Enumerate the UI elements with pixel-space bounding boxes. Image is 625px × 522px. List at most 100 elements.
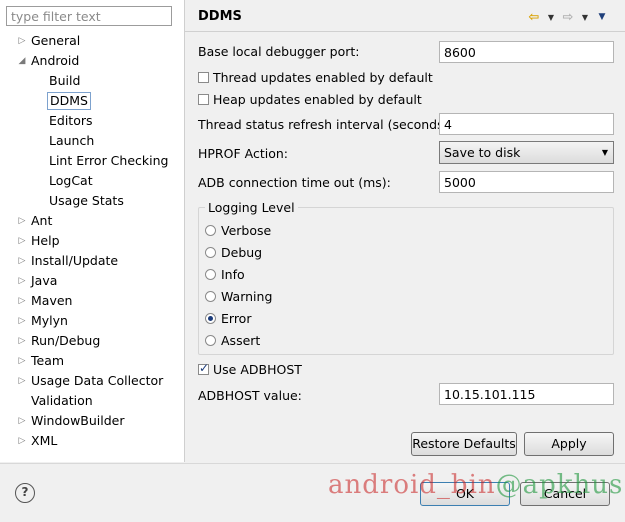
tree-item-java[interactable]: ▷ Java	[0, 271, 184, 291]
restore-defaults-button[interactable]: Restore Defaults	[411, 432, 517, 456]
tree-item-build[interactable]: Build	[0, 71, 184, 91]
tree-item-label: Usage Stats	[49, 193, 124, 208]
adbhost-value-input[interactable]	[439, 383, 614, 405]
tree-item-label: XML	[31, 433, 58, 448]
logging-radio-info[interactable]: Info	[205, 265, 245, 283]
tree-item-validation[interactable]: Validation	[0, 391, 184, 411]
tree-item-label: Mylyn	[31, 313, 68, 328]
filter-input[interactable]	[6, 6, 172, 26]
tree-item-windowbuilder[interactable]: ▷ WindowBuilder	[0, 411, 184, 431]
collapsed-arrow-icon[interactable]: ▷	[17, 231, 27, 251]
page-title: DDMS	[198, 9, 242, 24]
tree-item-label: Help	[31, 233, 60, 248]
heap-updates-checkbox[interactable]: Heap updates enabled by default	[198, 90, 422, 108]
view-menu-icon[interactable]: ▼	[593, 12, 611, 22]
tree-item-label: Team	[31, 353, 65, 368]
tree-item-usage-stats[interactable]: Usage Stats	[0, 191, 184, 211]
collapsed-arrow-icon[interactable]: ▷	[17, 331, 27, 351]
collapsed-arrow-icon[interactable]: ▷	[17, 371, 27, 391]
tree-item-label: Run/Debug	[31, 333, 101, 348]
tree-item-install-update[interactable]: ▷ Install/Update	[0, 251, 184, 271]
tree-item-maven[interactable]: ▷ Maven	[0, 291, 184, 311]
adb-timeout-input[interactable]	[439, 171, 614, 193]
radio-circle[interactable]	[205, 246, 216, 258]
hprof-action-label: HPROF Action:	[198, 146, 288, 161]
heap-updates-label: Heap updates enabled by default	[213, 91, 422, 107]
collapsed-arrow-icon[interactable]: ▷	[17, 291, 27, 311]
tree-item-label: Lint Error Checking	[49, 153, 169, 168]
debugger-port-input[interactable]	[439, 41, 614, 63]
tree-item-android[interactable]: ◢ Android	[0, 51, 184, 71]
radio-circle[interactable]	[205, 334, 216, 346]
debugger-port-label: Base local debugger port:	[198, 44, 360, 59]
tree-item-label: Ant	[31, 213, 53, 228]
title-separator	[185, 31, 625, 32]
tree-item-label: Java	[31, 273, 58, 288]
tree-item-mylyn[interactable]: ▷ Mylyn	[0, 311, 184, 331]
adb-timeout-label: ADB connection time out (ms):	[198, 175, 391, 190]
preferences-tree-panel: ▷ General ◢ Android Build DDMS Editors Launch Li…	[0, 0, 185, 462]
tree-item-run-debug[interactable]: ▷ Run/Debug	[0, 331, 184, 351]
tree-item-general[interactable]: ▷ General	[0, 31, 184, 51]
radio-label: Assert	[221, 332, 261, 348]
tree-item-logcat[interactable]: LogCat	[0, 171, 184, 191]
tree-item-label: Maven	[31, 293, 73, 308]
collapsed-arrow-icon[interactable]: ▷	[17, 211, 27, 231]
collapsed-arrow-icon[interactable]: ▷	[17, 411, 27, 431]
logging-radio-debug[interactable]: Debug	[205, 243, 262, 261]
tree-item-label: WindowBuilder	[31, 413, 125, 428]
radio-label: Debug	[221, 244, 263, 260]
radio-label: Info	[221, 266, 245, 282]
thread-updates-label: Thread updates enabled by default	[213, 69, 433, 85]
back-dropdown-icon[interactable]: ▼	[545, 13, 557, 22]
refresh-interval-label: Thread status refresh interval (seconds)…	[198, 117, 453, 132]
logging-radio-verbose[interactable]: Verbose	[205, 221, 271, 239]
use-adbhost-checkbox[interactable]: Use ADBHOST	[198, 360, 302, 378]
collapsed-arrow-icon[interactable]: ▷	[17, 351, 27, 371]
radio-circle[interactable]	[205, 290, 216, 302]
radio-label: Warning	[221, 288, 273, 304]
expanded-arrow-icon[interactable]: ◢	[17, 51, 27, 71]
apply-button[interactable]: Apply	[524, 432, 614, 456]
tree-item-label: Android	[31, 53, 80, 68]
logging-radio-assert[interactable]: Assert	[205, 331, 260, 349]
tree-item-help[interactable]: ▷ Help	[0, 231, 184, 251]
radio-circle[interactable]	[205, 312, 216, 324]
radio-circle[interactable]	[205, 268, 216, 280]
thread-updates-box[interactable]	[198, 71, 209, 83]
tree-item-label: Install/Update	[31, 253, 119, 268]
tree-item-label: DDMS	[47, 92, 91, 110]
use-adbhost-label: Use ADBHOST	[213, 361, 302, 377]
heap-updates-box[interactable]	[198, 93, 209, 105]
preference-page: DDMS ⇦ ▼ ⇨ ▼ ▼ Base local debugger port:…	[185, 0, 625, 462]
ok-button[interactable]: OK	[420, 482, 510, 506]
tree-item-team[interactable]: ▷ Team	[0, 351, 184, 371]
logging-radio-error[interactable]: Error	[205, 309, 251, 327]
thread-updates-checkbox[interactable]: Thread updates enabled by default	[198, 68, 433, 86]
collapsed-arrow-icon[interactable]: ▷	[17, 251, 27, 271]
collapsed-arrow-icon[interactable]: ▷	[17, 31, 27, 51]
tree-item-label: Launch	[49, 133, 95, 148]
forward-arrow-icon[interactable]: ⇨	[559, 10, 577, 25]
collapsed-arrow-icon[interactable]: ▷	[17, 431, 27, 451]
logging-radio-warning[interactable]: Warning	[205, 287, 272, 305]
help-icon[interactable]: ?	[15, 483, 35, 503]
radio-circle[interactable]	[205, 224, 216, 236]
tree-item-xml[interactable]: ▷ XML	[0, 431, 184, 451]
hprof-action-select[interactable]: Save to disk ▼	[439, 141, 614, 164]
forward-dropdown-icon[interactable]: ▼	[579, 13, 591, 22]
tree-item-label: Editors	[49, 113, 93, 128]
tree-item-launch[interactable]: Launch	[0, 131, 184, 151]
back-arrow-icon[interactable]: ⇦	[525, 10, 543, 25]
collapsed-arrow-icon[interactable]: ▷	[17, 311, 27, 331]
tree-item-usage-data-collector[interactable]: ▷ Usage Data Collector	[0, 371, 184, 391]
tree-item-label: Usage Data Collector	[31, 373, 164, 388]
refresh-interval-input[interactable]	[439, 113, 614, 135]
use-adbhost-box[interactable]	[198, 361, 209, 375]
tree-item-lint-error-checking[interactable]: Lint Error Checking	[0, 151, 184, 171]
collapsed-arrow-icon[interactable]: ▷	[17, 271, 27, 291]
tree-item-editors[interactable]: Editors	[0, 111, 184, 131]
cancel-button[interactable]: Cancel	[520, 482, 610, 506]
tree-item-ant[interactable]: ▷ Ant	[0, 211, 184, 231]
tree-item-ddms[interactable]: DDMS	[0, 91, 184, 111]
